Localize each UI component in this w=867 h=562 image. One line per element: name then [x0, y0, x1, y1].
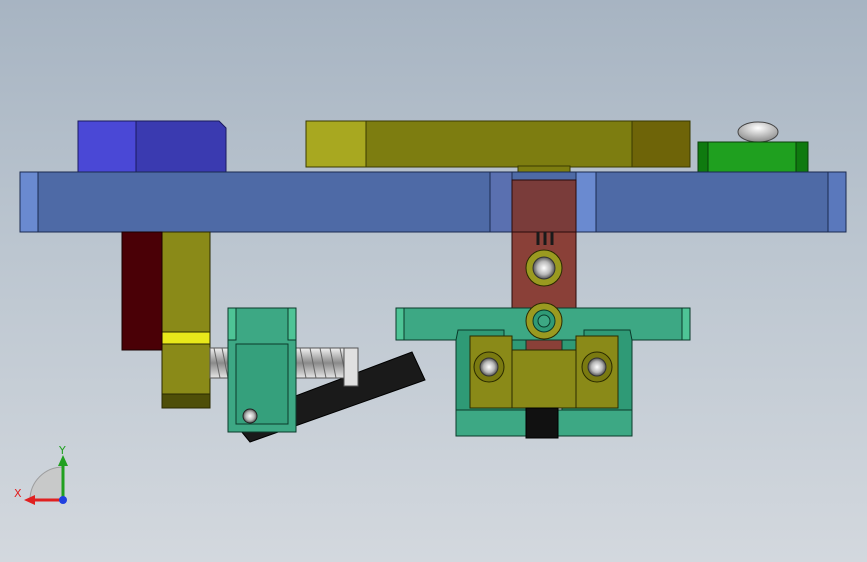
- bracket-bolt-left: [473, 351, 505, 383]
- cad-model-view[interactable]: Y X: [0, 0, 867, 562]
- base-plate[interactable]: [19, 171, 847, 233]
- bracket-bolt-right: [581, 351, 613, 383]
- triad-y-label: Y: [58, 444, 66, 457]
- triad-x-label: X: [14, 487, 22, 500]
- maroon-block[interactable]: [121, 231, 163, 351]
- green-spring-block[interactable]: [227, 307, 297, 433]
- dome-cap: [737, 121, 779, 143]
- olive-post[interactable]: [161, 231, 211, 409]
- cad-viewport[interactable]: Y X: [0, 0, 867, 562]
- blue-block[interactable]: [77, 120, 227, 173]
- coordinate-triad: Y X: [14, 444, 68, 505]
- green-block[interactable]: [697, 121, 809, 173]
- screw-head: [242, 408, 258, 424]
